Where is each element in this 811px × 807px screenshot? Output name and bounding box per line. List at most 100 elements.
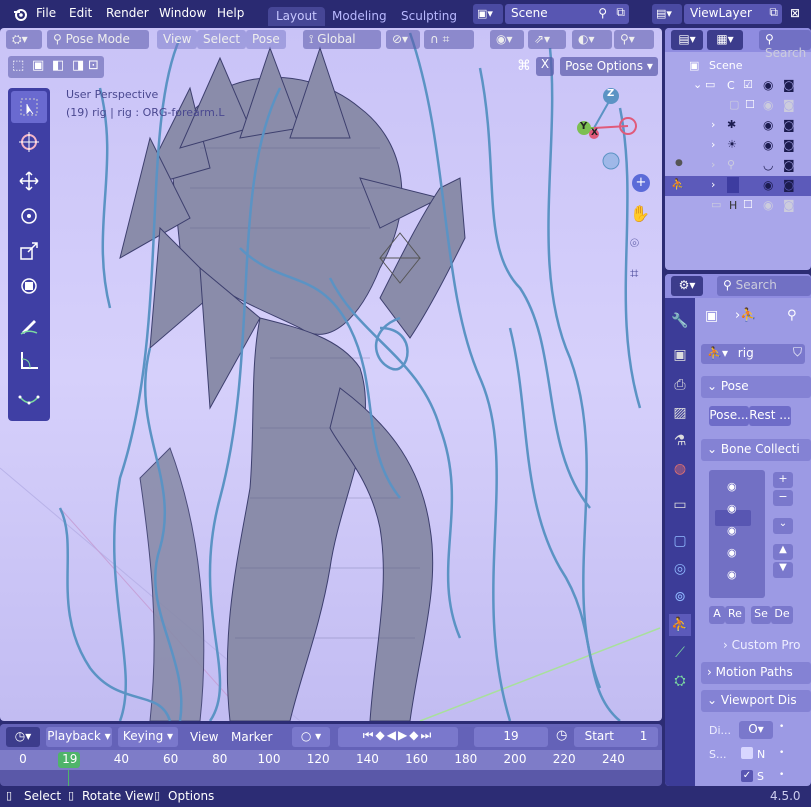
rest-position-button[interactable]: Rest ... xyxy=(749,406,791,426)
eye-icon[interactable]: ◉ xyxy=(763,138,773,152)
shapes-checkbox[interactable]: ✓ xyxy=(741,770,753,782)
outliner-row-5[interactable]: ● › ⚲ ◡ ◙ xyxy=(665,156,811,176)
tab-modeling[interactable]: Modeling xyxy=(324,7,395,26)
tab-sculpting[interactable]: Sculpting xyxy=(393,7,465,26)
select-intersect-icon[interactable]: ⊡ xyxy=(88,58,99,73)
jump-start-icon[interactable]: ⏮ xyxy=(363,728,376,742)
outliner-row-2[interactable]: ▢ ☐ ◉ ◙ xyxy=(665,96,811,116)
display-as-dropdown[interactable]: O▾ xyxy=(739,721,773,739)
menu-render[interactable]: Render xyxy=(106,6,149,20)
assign-button[interactable]: A xyxy=(709,606,725,624)
x-mirror-button[interactable]: X xyxy=(536,57,554,76)
view-layer-tab-icon[interactable]: ▨ xyxy=(669,402,691,424)
keying-menu[interactable]: Keying ▾ xyxy=(118,727,178,747)
keyframe-dot-icon[interactable]: • xyxy=(779,770,784,780)
select-button[interactable]: Se xyxy=(751,606,771,624)
collection-menu-button[interactable]: ⌄ xyxy=(773,518,793,534)
keyframe-dot-icon[interactable]: • xyxy=(779,748,784,758)
expand-chevron-icon[interactable]: › xyxy=(711,118,715,131)
transform-orientation-dropdown[interactable]: ⟟ Global xyxy=(303,30,381,49)
render-tab-icon[interactable]: ▣ xyxy=(669,344,691,366)
visibility-icon[interactable]: ◉▾ xyxy=(490,30,524,49)
move-up-button[interactable]: ▲ xyxy=(773,544,793,560)
viewlayer-field[interactable]: ViewLayer ⧉ xyxy=(684,4,782,24)
ortho-grid-icon[interactable]: ⌗ xyxy=(630,264,638,282)
select-box-tool[interactable] xyxy=(11,91,47,123)
tool-tab-icon[interactable]: 🔧 xyxy=(669,310,691,332)
list-item-eye-icon[interactable]: ◉ xyxy=(727,502,737,515)
select-subtract-icon[interactable]: ◧ xyxy=(52,58,64,73)
menu-help[interactable]: Help xyxy=(217,6,244,20)
camera-icon[interactable]: ◙ xyxy=(783,178,795,192)
editor-type-icon[interactable]: ⛭▾ xyxy=(6,30,42,49)
camera-icon[interactable]: ◙ xyxy=(783,98,795,112)
camera-view-icon[interactable]: ⌾ xyxy=(630,234,639,252)
blender-logo-icon[interactable] xyxy=(12,6,28,22)
menu-edit[interactable]: Edit xyxy=(69,6,92,20)
armature-data-field[interactable]: ⛹▾ rig ⛉ xyxy=(701,344,805,364)
deselect-button[interactable]: De xyxy=(771,606,793,624)
menu-select[interactable]: Select xyxy=(197,30,247,49)
eye-closed-icon[interactable]: ◡ xyxy=(763,158,773,172)
object-tab-icon[interactable]: ▢ xyxy=(669,530,691,552)
properties-type-icon[interactable]: ⚙▾ xyxy=(671,276,703,296)
world-tab-icon[interactable]: ◍ xyxy=(669,458,691,480)
measure-tool[interactable] xyxy=(11,344,47,376)
bone-tab-icon[interactable]: ⟋ xyxy=(669,642,691,664)
expand-chevron-icon[interactable]: › xyxy=(711,138,715,151)
playback-menu[interactable]: Playback ▾ xyxy=(46,727,112,747)
mode-dropdown[interactable]: ⚲ Pose Mode xyxy=(47,30,149,49)
exclude-checkbox[interactable]: ☐ xyxy=(745,98,755,111)
pan-hand-icon[interactable]: ✋ xyxy=(630,204,650,223)
3d-viewport[interactable]: ⛭▾ ⚲ Pose Mode View Select Pose ⟟ Global… xyxy=(0,28,662,721)
armature-data-tab-icon[interactable]: ⛹ xyxy=(669,614,691,636)
scene-selector-icon[interactable]: ▣▾ xyxy=(473,4,503,24)
exclude-checkbox[interactable]: ☑ xyxy=(743,78,753,91)
names-checkbox[interactable] xyxy=(741,747,753,759)
navigation-gizmo[interactable]: Z Y X xyxy=(570,86,650,176)
collection-tab-icon[interactable]: ▭ xyxy=(669,494,691,516)
cursor-tool[interactable] xyxy=(11,126,47,158)
outliner-row-scene[interactable]: ▣ Scene xyxy=(665,56,811,76)
pivot-icon[interactable]: ⊘▾ xyxy=(386,30,420,49)
relax-pose-tool[interactable] xyxy=(11,383,47,415)
select-invert-icon[interactable]: ◨ xyxy=(72,58,84,73)
expand-chevron-icon[interactable]: › xyxy=(711,158,715,171)
gizmo-icon[interactable]: ⇗▾ xyxy=(528,30,566,49)
eye-icon[interactable]: ◉ xyxy=(763,178,773,192)
transform-tool[interactable] xyxy=(11,270,47,302)
outliner-row-3[interactable]: › ✱ ◉ ◙ xyxy=(665,116,811,136)
play-reverse-icon[interactable]: ◀ xyxy=(387,728,398,742)
stopwatch-icon[interactable]: ◷ xyxy=(556,728,567,743)
remove-collection-button[interactable]: − xyxy=(773,490,793,506)
move-down-button[interactable]: ▼ xyxy=(773,562,793,578)
rotate-tool[interactable] xyxy=(11,200,47,232)
overlay-icon[interactable]: ◐▾ xyxy=(572,30,612,49)
select-extend-icon[interactable]: ▣ xyxy=(32,58,44,73)
pin-icon[interactable]: ⚲ xyxy=(598,6,607,20)
outliner-row-collection[interactable]: ⌄ ▭ C ☑ ◉ ◙ xyxy=(665,76,811,96)
add-collection-button[interactable]: + xyxy=(773,472,793,488)
keyframe-dot-icon[interactable]: • xyxy=(779,722,784,732)
outliner-row-4[interactable]: › ☀ ◉ ◙ xyxy=(665,136,811,156)
new-scene-icon[interactable]: ⧉ xyxy=(616,5,625,20)
select-new-icon[interactable]: ⬚ xyxy=(12,58,24,73)
camera-icon[interactable]: ◙ xyxy=(783,158,795,172)
timeline-ruler[interactable]: 0 19 40 60 80 100 120 140 160 180 200 220 240 xyxy=(0,750,662,770)
expand-chevron-icon[interactable]: › xyxy=(711,178,715,191)
motion-paths-header[interactable]: › Motion Paths xyxy=(701,662,811,684)
remove-viewlayer-icon[interactable]: ⊠ xyxy=(790,6,800,20)
bone-collections-list[interactable]: ◉ ◉ ◉ ◉ ◉ xyxy=(709,470,765,598)
eye-icon[interactable]: ◉ xyxy=(763,198,773,212)
eye-icon[interactable]: ◉ xyxy=(763,78,773,92)
exclude-checkbox[interactable]: ☐ xyxy=(743,198,753,211)
output-tab-icon[interactable]: ⎙ xyxy=(669,374,691,396)
menu-view[interactable]: View xyxy=(157,30,198,49)
scene-tab-icon[interactable]: ⚗ xyxy=(669,430,691,452)
eye-icon[interactable]: ◉ xyxy=(763,98,773,112)
bone-collections-header[interactable]: ⌄ Bone Collecti xyxy=(701,439,811,461)
move-tool[interactable] xyxy=(11,165,47,197)
xray-icon[interactable]: ⚲▾ xyxy=(614,30,654,49)
snap-icon[interactable]: ∩ ⌗ xyxy=(424,30,474,49)
zoom-icon[interactable]: + xyxy=(632,174,650,192)
